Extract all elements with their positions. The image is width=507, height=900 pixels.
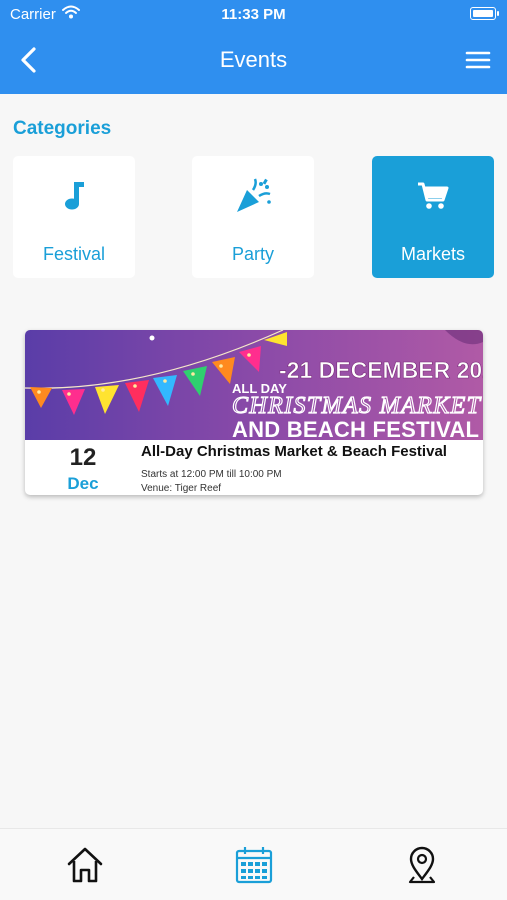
tab-map[interactable] xyxy=(400,843,444,887)
event-title: All-Day Christmas Market & Beach Festiva… xyxy=(141,443,447,460)
category-label: Party xyxy=(231,244,274,264)
shopping-cart-icon xyxy=(418,182,449,209)
home-icon xyxy=(67,847,103,883)
party-popper-icon xyxy=(237,178,271,212)
event-time: Starts at 12:00 PM till 10:00 PM xyxy=(141,469,282,480)
category-party[interactable]: Party xyxy=(192,156,314,278)
status-bar: Carrier 11:33 PM xyxy=(0,0,507,28)
page-title: Events xyxy=(219,47,288,72)
music-note-icon xyxy=(65,182,84,210)
category-label: Markets xyxy=(400,244,465,264)
tab-home[interactable] xyxy=(63,843,107,887)
event-date-day: 12 xyxy=(69,444,97,471)
status-time: 11:33 PM xyxy=(221,6,286,23)
map-pin-icon xyxy=(408,846,436,884)
tab-calendar[interactable] xyxy=(232,843,276,887)
category-festival[interactable]: Festival xyxy=(13,156,135,278)
event-banner-image: -21 DECEMBER 2022- ALL DAY CHRISTMAS MAR… xyxy=(25,330,483,440)
categories-heading: Categories xyxy=(13,118,112,139)
banner-date-text: -21 DECEMBER 2022- xyxy=(279,357,483,383)
banner-subtitle-text: AND BEACH FESTIVAL xyxy=(232,417,479,440)
banner-script-text: CHRISTMAS MARKET xyxy=(232,393,482,419)
bottom-tab-bar xyxy=(0,828,507,900)
hamburger-menu-icon[interactable] xyxy=(465,47,491,73)
event-venue: Venue: Tiger Reef xyxy=(141,483,222,494)
battery-icon xyxy=(470,7,499,20)
app-header: Carrier 11:33 PM Events xyxy=(0,0,507,94)
event-date-month: Dec xyxy=(67,474,99,493)
category-markets[interactable]: Markets xyxy=(372,156,494,278)
calendar-icon xyxy=(235,847,273,884)
category-label: Festival xyxy=(42,244,105,264)
event-card[interactable]: -21 DECEMBER 2022- ALL DAY CHRISTMAS MAR… xyxy=(25,330,483,495)
